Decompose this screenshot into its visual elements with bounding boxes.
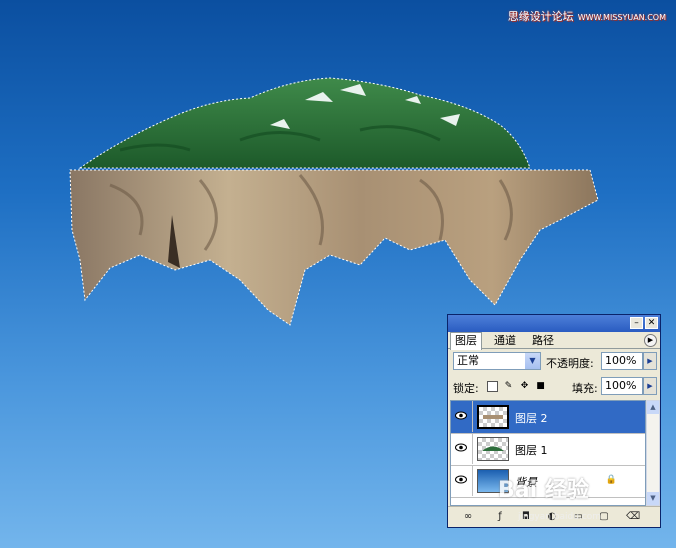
lock-row: 锁定: ✎ ✥ ■ 填充: 100% ▶ bbox=[448, 374, 660, 396]
link-icon[interactable]: ∞ bbox=[462, 511, 474, 523]
blend-mode-value: 正常 bbox=[457, 354, 479, 367]
close-icon[interactable]: ✕ bbox=[645, 317, 658, 329]
visibility-toggle[interactable] bbox=[451, 401, 473, 432]
layers-scrollbar[interactable]: ▲ ▼ bbox=[646, 400, 660, 506]
lock-paint-icon[interactable]: ✎ bbox=[503, 381, 514, 392]
minimize-icon[interactable]: – bbox=[630, 317, 643, 329]
scroll-up-icon[interactable]: ▲ bbox=[647, 401, 659, 414]
scroll-down-icon[interactable]: ▼ bbox=[647, 492, 659, 505]
layer-style-icon[interactable]: ƒ bbox=[494, 511, 506, 523]
blend-mode-select[interactable]: 正常 ▼ bbox=[453, 352, 541, 370]
panel-menu-icon[interactable]: ▶ bbox=[644, 334, 657, 347]
layer-row[interactable]: 图层 2 bbox=[451, 401, 645, 434]
fill-slider-button[interactable]: ▶ bbox=[643, 377, 657, 395]
fill-label: 填充: bbox=[572, 382, 598, 395]
visibility-toggle[interactable] bbox=[451, 465, 473, 496]
opacity-label: 不透明度: bbox=[546, 357, 594, 370]
lock-transparency-icon[interactable] bbox=[487, 381, 498, 392]
tab-paths[interactable]: 路径 bbox=[528, 333, 558, 348]
visibility-toggle[interactable] bbox=[451, 433, 473, 464]
eye-icon bbox=[455, 443, 467, 452]
fill-input[interactable]: 100% bbox=[601, 377, 643, 395]
opacity-slider-button[interactable]: ▶ bbox=[643, 352, 657, 370]
eye-icon bbox=[455, 411, 467, 420]
layer-thumbnail bbox=[477, 437, 509, 461]
layer-thumbnail bbox=[477, 405, 509, 429]
layer-row[interactable]: 图层 1 bbox=[451, 433, 645, 466]
lock-position-icon[interactable]: ✥ bbox=[519, 381, 530, 392]
panel-tabs: 图层 通道 路径 ▶ bbox=[448, 332, 660, 350]
tab-layers[interactable]: 图层 bbox=[450, 332, 482, 350]
trash-icon[interactable]: ⌫ bbox=[626, 511, 640, 523]
chevron-down-icon[interactable]: ▼ bbox=[525, 353, 540, 369]
lock-label: 锁定: bbox=[453, 382, 479, 395]
layer-name: 图层 1 bbox=[515, 444, 548, 457]
tab-channels[interactable]: 通道 bbox=[490, 333, 520, 348]
panel-titlebar[interactable]: – ✕ bbox=[448, 315, 660, 332]
lock-all-icon[interactable]: ■ bbox=[535, 381, 546, 392]
baidu-url-watermark: jingyan.baidu.com bbox=[518, 512, 602, 522]
blend-row: 正常 ▼ 不透明度: 100% ▶ bbox=[448, 349, 660, 371]
baidu-logo-watermark: Bai 经验 bbox=[498, 478, 589, 503]
opacity-input[interactable]: 100% bbox=[601, 352, 643, 370]
lock-icon: 🔒 bbox=[605, 475, 617, 485]
eye-icon bbox=[455, 475, 467, 484]
layer-name: 图层 2 bbox=[515, 412, 548, 425]
